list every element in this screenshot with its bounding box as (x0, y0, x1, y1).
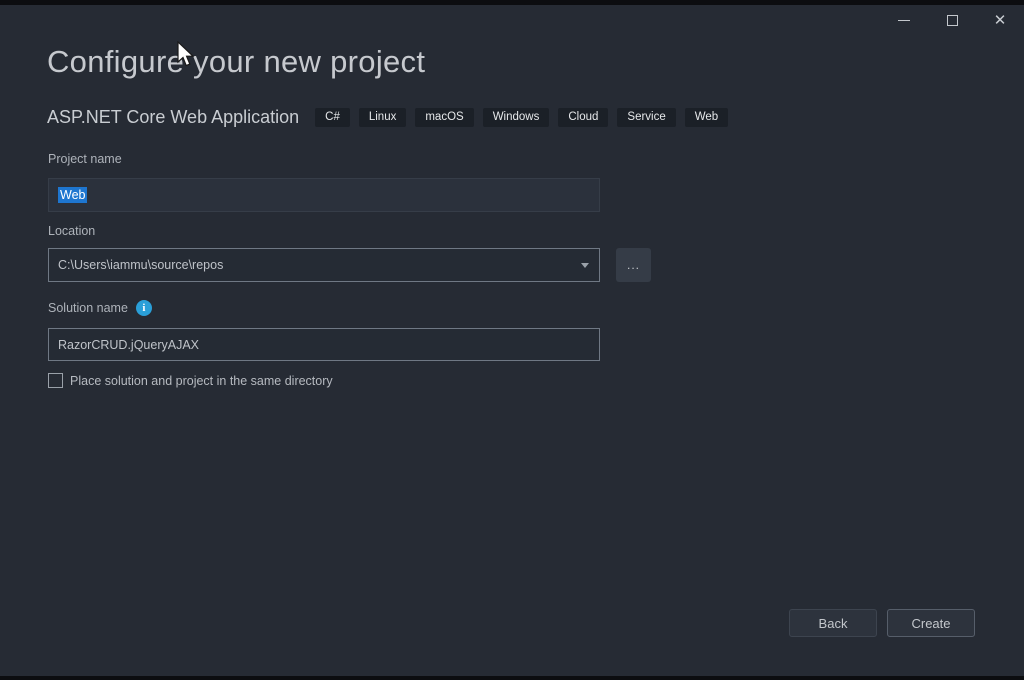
project-name-selected-text: Web (58, 187, 87, 203)
template-name: ASP.NET Core Web Application (47, 107, 299, 128)
minimize-button[interactable] (880, 5, 928, 35)
solution-name-input[interactable]: RazorCRUD.jQueryAJAX (48, 328, 600, 361)
window-bottom-edge (0, 676, 1024, 680)
solution-name-value: RazorCRUD.jQueryAJAX (58, 338, 199, 352)
tag-windows: Windows (483, 108, 550, 128)
titlebar-controls: ✕ (880, 5, 1024, 35)
location-combobox[interactable]: C:\Users\iammu\source\repos (48, 248, 600, 282)
tag-web: Web (685, 108, 728, 128)
same-directory-label: Place solution and project in the same d… (70, 374, 333, 388)
minimize-icon (898, 20, 910, 21)
template-row: ASP.NET Core Web Application C# Linux ma… (47, 107, 737, 128)
solution-name-label: Solution name (48, 301, 128, 315)
project-name-label: Project name (48, 152, 122, 166)
close-button[interactable]: ✕ (976, 5, 1024, 35)
maximize-icon (947, 15, 958, 26)
same-directory-row: Place solution and project in the same d… (48, 373, 333, 388)
page-title: Configure your new project (47, 44, 425, 80)
window-top-edge (0, 0, 1024, 5)
location-value: C:\Users\iammu\source\repos (58, 258, 223, 272)
tag-cloud: Cloud (558, 108, 608, 128)
same-directory-checkbox[interactable] (48, 373, 63, 388)
solution-name-label-row: Solution name i (48, 300, 152, 316)
close-icon: ✕ (994, 13, 1007, 28)
tag-service: Service (617, 108, 675, 128)
browse-button[interactable]: ... (616, 248, 651, 282)
chevron-down-icon[interactable] (581, 263, 589, 268)
info-icon[interactable]: i (136, 300, 152, 316)
tag-csharp: C# (315, 108, 350, 128)
tag-macos: macOS (415, 108, 473, 128)
back-button[interactable]: Back (789, 609, 877, 637)
configure-project-dialog: ✕ Configure your new project ASP.NET Cor… (0, 0, 1024, 680)
project-name-input[interactable]: Web (48, 178, 600, 212)
location-label: Location (48, 224, 95, 238)
tag-linux: Linux (359, 108, 407, 128)
maximize-button[interactable] (928, 5, 976, 35)
create-button[interactable]: Create (887, 609, 975, 637)
